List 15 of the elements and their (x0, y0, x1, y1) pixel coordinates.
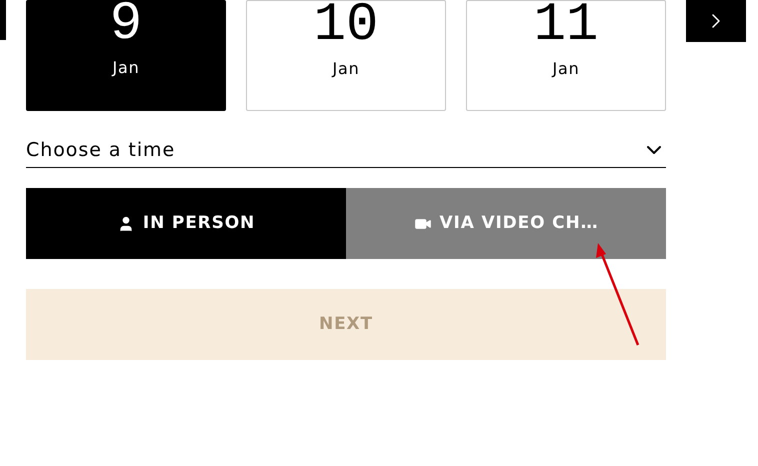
date-card[interactable]: 10 Jan (246, 0, 446, 111)
mode-tab[interactable]: VIA VIDEO CH… (346, 188, 666, 259)
date-card[interactable]: 9 Jan (26, 0, 226, 111)
month-label: Jan (552, 58, 580, 80)
time-select[interactable]: Choose a time (26, 135, 666, 168)
select-placeholder: Choose a time (26, 138, 176, 163)
month-label: Jan (112, 57, 140, 79)
month-label: Jan (332, 58, 360, 80)
date-card[interactable]: 11 Jan (466, 0, 666, 111)
mode-tab[interactable]: IN PERSON (26, 188, 346, 259)
next-arrow-button[interactable] (686, 0, 746, 42)
day-number: 10 (314, 1, 378, 51)
next-button: NEXT (26, 289, 666, 360)
day-number: 11 (534, 1, 598, 51)
day-number: 9 (110, 0, 142, 50)
